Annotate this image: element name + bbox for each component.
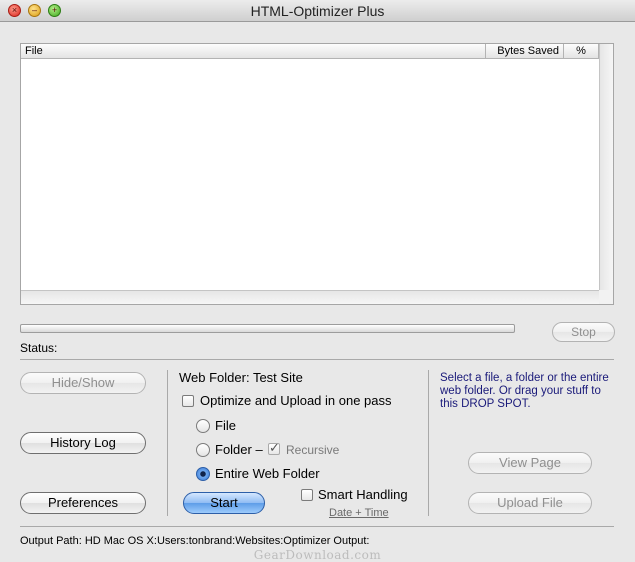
radio-folder[interactable] [196, 443, 210, 457]
history-log-button[interactable]: History Log [20, 432, 146, 454]
date-time-link[interactable]: Date + Time [329, 507, 389, 519]
column-header-file[interactable]: File [25, 44, 43, 58]
column-header-bytes-saved[interactable]: Bytes Saved [485, 44, 563, 58]
view-page-button[interactable]: View Page [468, 452, 592, 474]
radio-entire-web-folder-label[interactable]: Entire Web Folder [215, 466, 320, 481]
status-row: Status: [20, 341, 57, 355]
optimize-upload-label[interactable]: Optimize and Upload in one pass [200, 393, 392, 408]
watermark-text: GearDownload.com [253, 548, 382, 562]
output-path: Output Path: HD Mac OS X:Users:tonbrand:… [20, 535, 370, 547]
stop-button[interactable]: Stop [552, 322, 615, 342]
optimize-upload-checkbox[interactable] [182, 395, 194, 407]
hide-show-button[interactable]: Hide/Show [20, 372, 146, 394]
divider-top [20, 359, 614, 360]
preferences-button[interactable]: Preferences [20, 492, 146, 514]
progress-bar [20, 324, 515, 333]
smart-handling-checkbox[interactable] [301, 489, 313, 501]
drop-spot-text[interactable]: Select a file, a folder or the entire we… [440, 372, 620, 411]
radio-file-label[interactable]: File [215, 418, 236, 433]
start-button[interactable]: Start [183, 492, 265, 514]
radio-folder-label[interactable]: Folder – [215, 442, 263, 457]
scroll-corner [599, 290, 613, 304]
smart-handling-label[interactable]: Smart Handling [318, 487, 408, 502]
file-table[interactable]: File Bytes Saved % [20, 43, 614, 305]
web-folder-label: Web Folder: Test Site [179, 370, 303, 385]
title-bar: × – + HTML-Optimizer Plus [0, 0, 635, 22]
radio-file[interactable] [196, 419, 210, 433]
divider-left [167, 370, 168, 516]
recursive-checkbox[interactable] [268, 440, 280, 456]
status-label: Status: [20, 341, 58, 355]
table-header: File Bytes Saved % [21, 44, 599, 59]
recursive-label[interactable]: Recursive [286, 443, 339, 457]
vertical-scrollbar[interactable] [599, 44, 613, 291]
column-header-percent[interactable]: % [563, 44, 599, 58]
horizontal-scrollbar[interactable] [21, 290, 599, 304]
upload-file-button[interactable]: Upload File [468, 492, 592, 514]
divider-bottom [20, 526, 614, 527]
window-title: HTML-Optimizer Plus [250, 3, 385, 19]
divider-right [428, 370, 429, 516]
radio-entire-web-folder[interactable] [196, 467, 210, 481]
